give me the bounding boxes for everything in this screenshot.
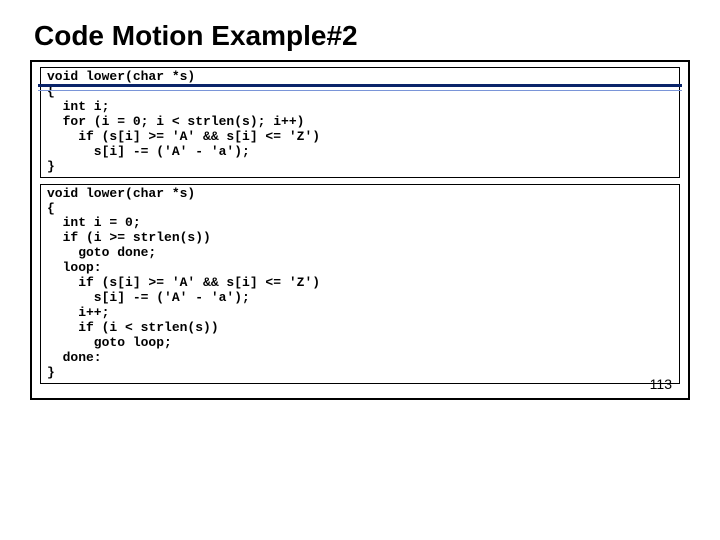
code-block-goto: void lower(char *s) { int i = 0; if (i >…: [40, 184, 680, 384]
page-title: Code Motion Example#2: [34, 20, 690, 52]
slide: Code Motion Example#2 void lower(char *s…: [0, 0, 720, 540]
content-frame: void lower(char *s) { int i; for (i = 0;…: [30, 60, 690, 400]
page-number: 113: [650, 376, 672, 392]
divider-bar: [38, 84, 682, 91]
